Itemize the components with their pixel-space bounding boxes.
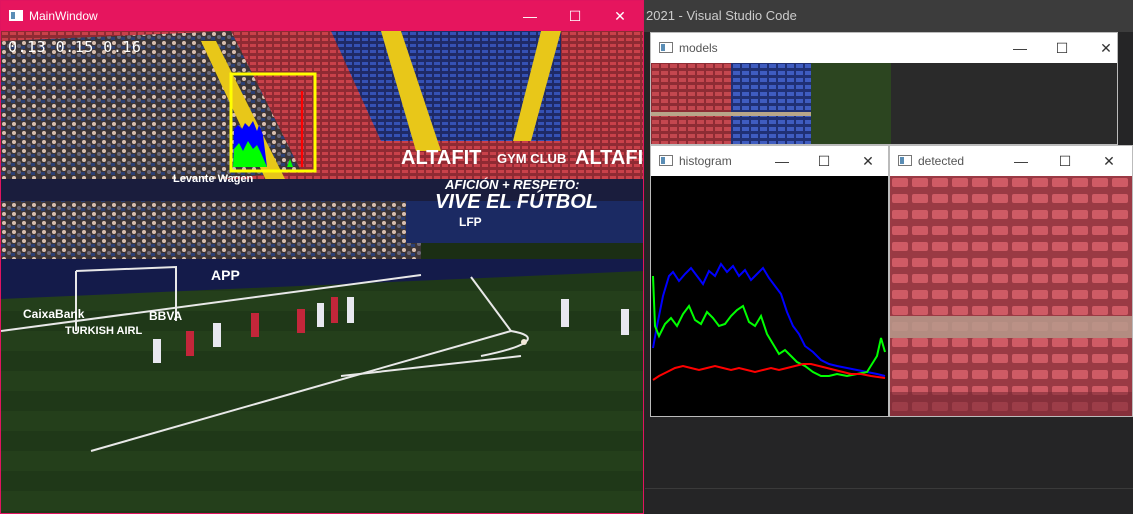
- window-app-icon: [9, 10, 23, 21]
- gym-club-ad: GYM CLUB: [497, 151, 567, 166]
- app-ad: APP: [211, 267, 240, 283]
- window-app-icon: [659, 155, 673, 166]
- models-window-title: models: [679, 41, 718, 55]
- slogan-line-1: AFICIÓN + RESPETO:: [445, 177, 580, 192]
- window-app-icon: [659, 42, 673, 53]
- levante-ad: Levante Wagen: [173, 173, 254, 185]
- bbva-ad: BBVA: [149, 309, 183, 323]
- main-window-titlebar[interactable]: MainWindow — ☐ ✕: [1, 1, 643, 31]
- histogram-plot: [651, 176, 888, 416]
- detected-window-title: detected: [918, 154, 965, 168]
- window-app-icon: [898, 155, 912, 166]
- maximize-button[interactable]: ☐: [1042, 146, 1088, 176]
- maximize-button[interactable]: ☐: [801, 146, 847, 176]
- caixabank-ad: CaixaBank: [23, 307, 85, 321]
- close-button[interactable]: ✕: [845, 146, 891, 176]
- maximize-button[interactable]: ☐: [1039, 33, 1085, 63]
- vscode-divider: [645, 488, 1133, 489]
- close-button[interactable]: ✕: [1083, 33, 1129, 63]
- model-patch-red: [651, 63, 731, 144]
- main-window-title: MainWindow: [29, 9, 98, 23]
- models-window: models — ☐ ✕: [650, 32, 1118, 145]
- match-scores-overlay: 0.13 0.15 0.16: [8, 38, 142, 56]
- detected-window: detected — ☐ ✕: [889, 145, 1133, 417]
- maximize-button[interactable]: ☐: [552, 1, 598, 31]
- close-button[interactable]: ✕: [1086, 146, 1132, 176]
- altafit-ad-1: ALTAFIT: [401, 147, 482, 169]
- minimize-button[interactable]: —: [998, 146, 1044, 176]
- histogram-window: histogram — ☐ ✕: [650, 145, 889, 417]
- vscode-title: 2021 - Visual Studio Code: [646, 8, 797, 23]
- histogram-window-title: histogram: [679, 154, 732, 168]
- model-patch-grass: [811, 63, 891, 144]
- close-button[interactable]: ✕: [597, 1, 643, 31]
- minimize-button[interactable]: —: [997, 33, 1043, 63]
- histogram-blue-series: [652, 262, 886, 377]
- minimize-button[interactable]: —: [759, 146, 805, 176]
- video-frame: ALTAFIT GYM CLUB ALTAFIT AFICIÓN + RESPE…: [1, 31, 643, 513]
- detected-image: [890, 176, 1132, 416]
- vscode-titlebar: 2021 - Visual Studio Code: [640, 0, 1133, 32]
- detected-window-titlebar[interactable]: detected — ☐ ✕: [890, 146, 1132, 176]
- altafit-ad-2: ALTAFIT: [575, 147, 643, 169]
- model-patch-blue: [731, 63, 811, 144]
- histogram-window-titlebar[interactable]: histogram — ☐ ✕: [651, 146, 888, 176]
- models-window-titlebar[interactable]: models — ☐ ✕: [651, 33, 1117, 63]
- turkish-ad: TURKISH AIRL: [65, 325, 143, 337]
- lfp-logo-text: LFP: [459, 215, 482, 229]
- minimize-button[interactable]: —: [507, 1, 553, 31]
- main-window: MainWindow — ☐ ✕ ALTAFIT GYM CLUB ALTAFI…: [0, 0, 644, 514]
- histogram-green-series: [652, 275, 886, 378]
- histogram-red-series: [652, 363, 886, 381]
- models-image: [651, 63, 1117, 144]
- stadium-image: [1, 31, 643, 513]
- slogan-line-2: VIVE EL FÚTBOL: [435, 191, 598, 213]
